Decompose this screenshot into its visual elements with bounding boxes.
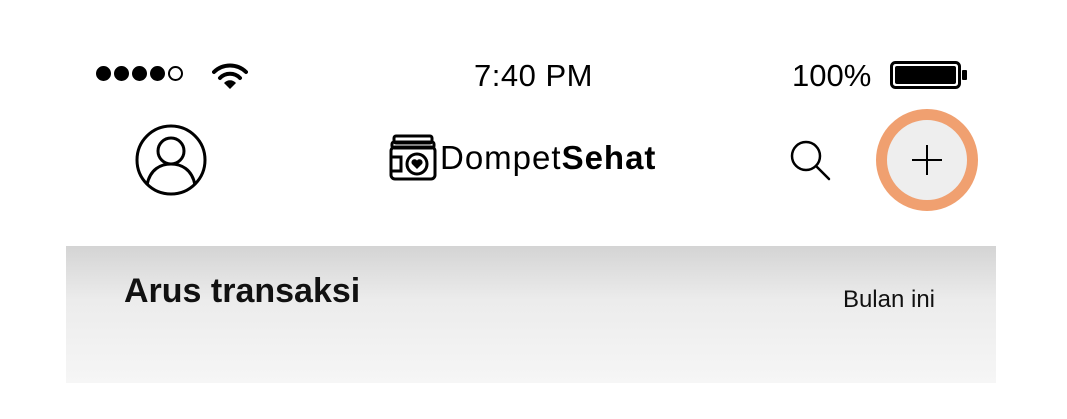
battery-full-icon: [890, 61, 967, 89]
brand-name-bold: Sehat: [561, 139, 657, 176]
user-profile-icon[interactable]: [134, 123, 208, 197]
transaction-flow-section: Arus transaksi Bulan ini: [66, 246, 996, 383]
search-icon[interactable]: [788, 138, 832, 182]
period-filter[interactable]: Bulan ini: [843, 286, 935, 314]
brand-logo: DompetSehat: [388, 133, 656, 183]
plus-icon: [912, 145, 942, 175]
add-button[interactable]: [876, 109, 978, 211]
section-title: Arus transaksi: [124, 272, 361, 310]
brand-name-light: Dompet: [440, 139, 562, 176]
brand-name: DompetSehat: [440, 139, 656, 177]
battery-percent: 100%: [792, 58, 872, 93]
wallet-heart-icon: [389, 134, 437, 181]
